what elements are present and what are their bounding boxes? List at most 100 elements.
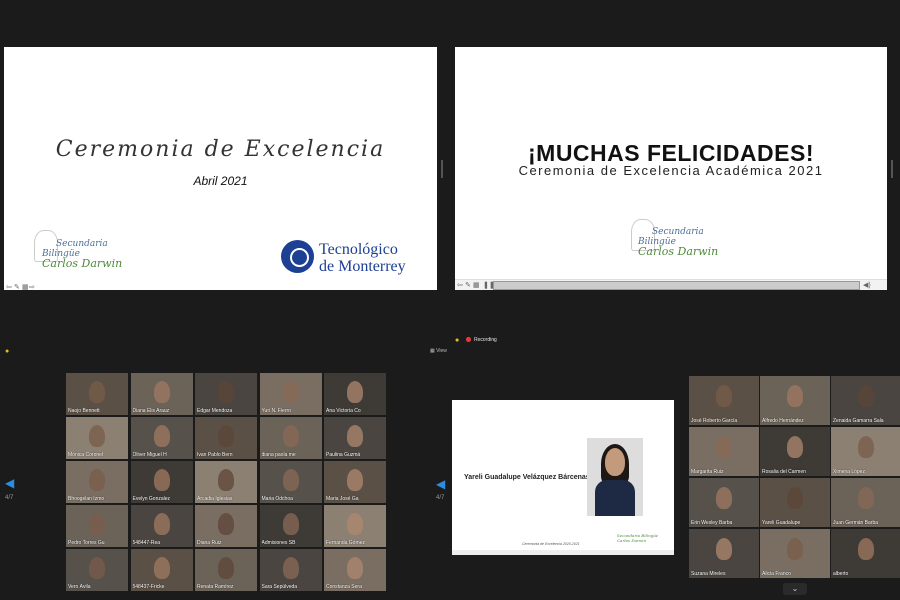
participant-name: Admisiones SB bbox=[261, 540, 296, 546]
participant-name: Rosalia del Carmen bbox=[762, 469, 806, 475]
tec-logo-icon bbox=[281, 240, 314, 273]
participant-video bbox=[787, 435, 803, 458]
prev-page-arrow-icon[interactable]: ◀ bbox=[436, 477, 445, 491]
participant-video bbox=[153, 468, 170, 491]
participant-tile[interactable]: Oliver Miguel H bbox=[130, 417, 193, 459]
splitter-handle[interactable] bbox=[891, 160, 893, 178]
participant-name: Sara Sepúlveda bbox=[261, 584, 298, 590]
participant-tile[interactable]: Erin Wesley Barba bbox=[689, 478, 759, 527]
participant-tile[interactable]: Diana Ruiz bbox=[195, 505, 257, 547]
participant-video bbox=[89, 512, 105, 535]
participant-tile[interactable]: Ximena López bbox=[831, 427, 900, 476]
shield-icon-right[interactable]: ● bbox=[455, 337, 459, 344]
participant-tile[interactable]: Alfredo Hernández bbox=[760, 376, 830, 425]
participant-video bbox=[153, 424, 170, 447]
participant-tile[interactable]: Renata Ramírez bbox=[195, 549, 257, 591]
volume-icon[interactable]: ◀) bbox=[863, 281, 871, 289]
participant-tile[interactable]: Zenaida Gamarra Sala bbox=[831, 376, 900, 425]
participant-name: Naojo Bennett bbox=[68, 408, 100, 414]
participant-name: José Roberto García bbox=[691, 418, 738, 424]
participant-tile[interactable]: Vero Ávila bbox=[66, 549, 128, 591]
video-progress-bar[interactable] bbox=[493, 281, 860, 290]
screen-share-top-left: Ceremonia de Excelencia Abril 2021 Secun… bbox=[0, 0, 450, 300]
participant-video bbox=[282, 468, 299, 491]
participant-tile[interactable]: Sara Sepúlveda bbox=[259, 549, 322, 591]
participant-grid-right: José Roberto García Alfredo Hernández Zena… bbox=[689, 376, 900, 578]
pen-icon[interactable]: ✎ bbox=[465, 281, 471, 289]
participant-tile[interactable]: Yareli Guadalupe bbox=[760, 478, 830, 527]
participant-tile[interactable]: Yuri N. Fierro bbox=[259, 373, 322, 415]
prev-arrow-icon[interactable]: ⇦ bbox=[6, 283, 12, 291]
slide-ceremonia: Ceremonia de Excelencia Abril 2021 Secun… bbox=[4, 47, 437, 291]
participant-video bbox=[282, 424, 299, 447]
next-arrow-icon[interactable]: ⇨ bbox=[29, 283, 35, 291]
school-line3: Carlos Darwin bbox=[638, 245, 719, 258]
participant-video bbox=[89, 380, 105, 403]
participant-tile[interactable]: Maria Odchoa bbox=[259, 461, 322, 503]
prev-arrow-icon[interactable]: ⇦ bbox=[457, 281, 463, 289]
participant-tile[interactable]: Ana Victoria Co bbox=[324, 373, 386, 415]
participant-tile[interactable]: Arcadia Iglesias bbox=[195, 461, 257, 503]
participant-grid: Naojo Bennett Diana Elis Arauz Edgar Mendo… bbox=[66, 373, 386, 591]
participant-tile[interactable]: Ivan Pablo Bern bbox=[195, 417, 257, 459]
chevron-down-icon[interactable]: ⌄ bbox=[783, 583, 807, 595]
participant-tile[interactable]: alberto bbox=[831, 529, 900, 578]
gallery-view-left: ● ▦ View ◀ 4/7 Naojo Bennett Diana Elis A… bbox=[0, 300, 450, 600]
participant-video bbox=[716, 435, 732, 458]
participant-tile[interactable]: Admisiones SB bbox=[259, 505, 322, 547]
prev-page-arrow-icon[interactable]: ◀ bbox=[5, 476, 14, 490]
participant-tile[interactable]: diana paola me bbox=[259, 417, 322, 459]
participant-tile[interactable]: Evelyn Gonzalez bbox=[130, 461, 193, 503]
participant-tile[interactable]: Mónica Coronel bbox=[66, 417, 128, 459]
grid-icon[interactable]: ▦ bbox=[473, 281, 480, 289]
participant-video bbox=[347, 380, 363, 403]
participant-video bbox=[858, 384, 874, 407]
splitter-handle[interactable] bbox=[441, 160, 443, 178]
mini-logo-line2: Carlos Darwin bbox=[617, 538, 647, 543]
participant-tile[interactable]: 548447-Rea bbox=[130, 505, 193, 547]
participant-tile[interactable]: Juan Germán Barba bbox=[831, 478, 900, 527]
participant-tile[interactable]: Maria José Ga bbox=[324, 461, 386, 503]
participant-name: Yareli Guadalupe bbox=[762, 520, 801, 526]
participant-tile[interactable]: Diana Elis Arauz bbox=[130, 373, 193, 415]
participant-name: Ximena López bbox=[833, 469, 865, 475]
participant-tile[interactable]: Naojo Bennett bbox=[66, 373, 128, 415]
participant-tile[interactable]: Suzana Mireles bbox=[689, 529, 759, 578]
participant-name: Erin Wesley Barba bbox=[691, 520, 733, 526]
participant-tile[interactable]: 548437-Fricke bbox=[130, 549, 193, 591]
grid-icon[interactable]: ▦ bbox=[22, 283, 29, 291]
participant-video bbox=[858, 537, 874, 560]
participant-tile[interactable]: Rosalia del Carmen bbox=[760, 427, 830, 476]
view-button[interactable]: ▦ View bbox=[430, 348, 447, 354]
participant-name: Mónica Coronel bbox=[68, 452, 104, 458]
participant-video bbox=[153, 556, 170, 579]
participant-name: Bhoogelan Izmo bbox=[68, 496, 105, 502]
participant-tile[interactable]: Alicia Franco bbox=[760, 529, 830, 578]
participant-name: Vero Ávila bbox=[68, 584, 91, 590]
participant-video bbox=[153, 380, 170, 403]
participant-tile[interactable]: Fernanda Gómez bbox=[324, 505, 386, 547]
participant-tile[interactable]: Bhoogelan Izmo bbox=[66, 461, 128, 503]
tec-logo-text: Tecnológico de Monterrey bbox=[319, 241, 406, 275]
participant-tile[interactable]: José Roberto García bbox=[689, 376, 759, 425]
slide-subheadline: Ceremonia de Excelencia Académica 2021 bbox=[518, 163, 824, 178]
participant-tile[interactable]: Paulina Guzmá bbox=[324, 417, 386, 459]
shield-icon[interactable]: ● bbox=[5, 348, 9, 355]
participant-name: Pedro Torres Gu bbox=[68, 540, 105, 546]
participant-tile[interactable]: Constanza Sera bbox=[324, 549, 386, 591]
pen-icon[interactable]: ✎ bbox=[14, 283, 20, 291]
video-controls: ⇦ ✎ ▦ ❚❚ ◀) bbox=[455, 279, 887, 290]
participant-name: Alfredo Hernández bbox=[762, 418, 804, 424]
slide-caption: Ceremonia de Excelencia 2020-2021 bbox=[522, 542, 580, 546]
participant-tile[interactable]: Edgar Mendoza bbox=[195, 373, 257, 415]
participant-video bbox=[347, 512, 363, 535]
participant-tile[interactable]: Pedro Torres Gu bbox=[66, 505, 128, 547]
participant-video bbox=[89, 556, 105, 579]
participant-video bbox=[787, 537, 803, 560]
participant-video bbox=[218, 556, 234, 579]
tec-line1: Tecnológico bbox=[319, 241, 398, 258]
view-label: View bbox=[436, 348, 447, 354]
page-indicator: 4/7 bbox=[5, 495, 14, 501]
participant-tile[interactable]: Margarita Ruiz bbox=[689, 427, 759, 476]
slide-date: Abril 2021 bbox=[193, 174, 248, 188]
